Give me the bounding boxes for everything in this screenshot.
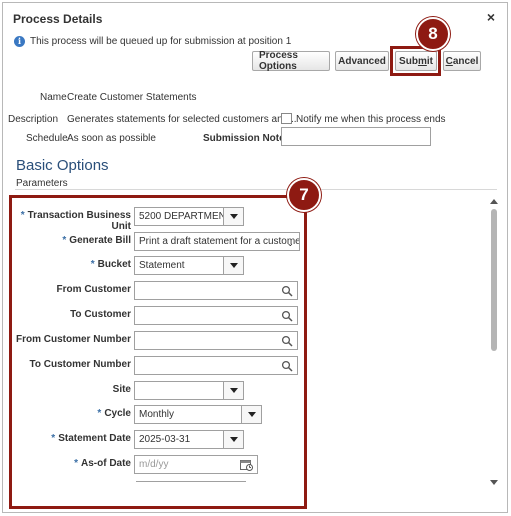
scroll-down-arrow-icon[interactable] — [490, 480, 498, 485]
notify-checkbox[interactable] — [281, 113, 292, 124]
schedule-value: As soon as possible — [67, 133, 156, 144]
name-label: Name — [40, 92, 67, 103]
cancel-label-b: ancel — [452, 55, 479, 67]
advanced-button[interactable]: Advanced — [335, 51, 389, 71]
info-icon: i — [14, 36, 25, 47]
cancel-label-accel: C — [445, 55, 453, 67]
submission-notes-label: Submission Notes — [203, 133, 291, 144]
schedule-label: Schedule — [26, 133, 68, 144]
name-value: Create Customer Statements — [67, 92, 197, 103]
info-message: i This process will be queued up for sub… — [14, 36, 291, 47]
basic-options-heading: Basic Options — [16, 157, 109, 174]
step-8-badge: 8 — [416, 17, 450, 51]
description-label: Description — [8, 114, 59, 125]
process-options-button[interactable]: Process Options — [252, 50, 330, 72]
process-details-dialog: Process Details × i This process will be… — [2, 2, 508, 513]
description-value: Generates statements for selected custom… — [67, 114, 297, 125]
parameters-highlight-box — [9, 195, 307, 509]
step-7-badge: 7 — [287, 178, 321, 212]
scroll-thumb[interactable] — [491, 209, 497, 351]
notify-label: Notify me when this process ends — [296, 114, 446, 125]
scrollbar[interactable] — [489, 197, 499, 487]
divider — [15, 189, 497, 190]
info-message-text: This process will be queued up for submi… — [30, 36, 292, 47]
dialog-title: Process Details — [13, 12, 103, 26]
parameters-subheading: Parameters — [16, 178, 68, 189]
submission-notes-input[interactable] — [281, 127, 431, 146]
cancel-button[interactable]: Cancel — [443, 51, 481, 71]
scroll-up-arrow-icon[interactable] — [490, 199, 498, 204]
close-icon[interactable]: × — [487, 9, 495, 25]
